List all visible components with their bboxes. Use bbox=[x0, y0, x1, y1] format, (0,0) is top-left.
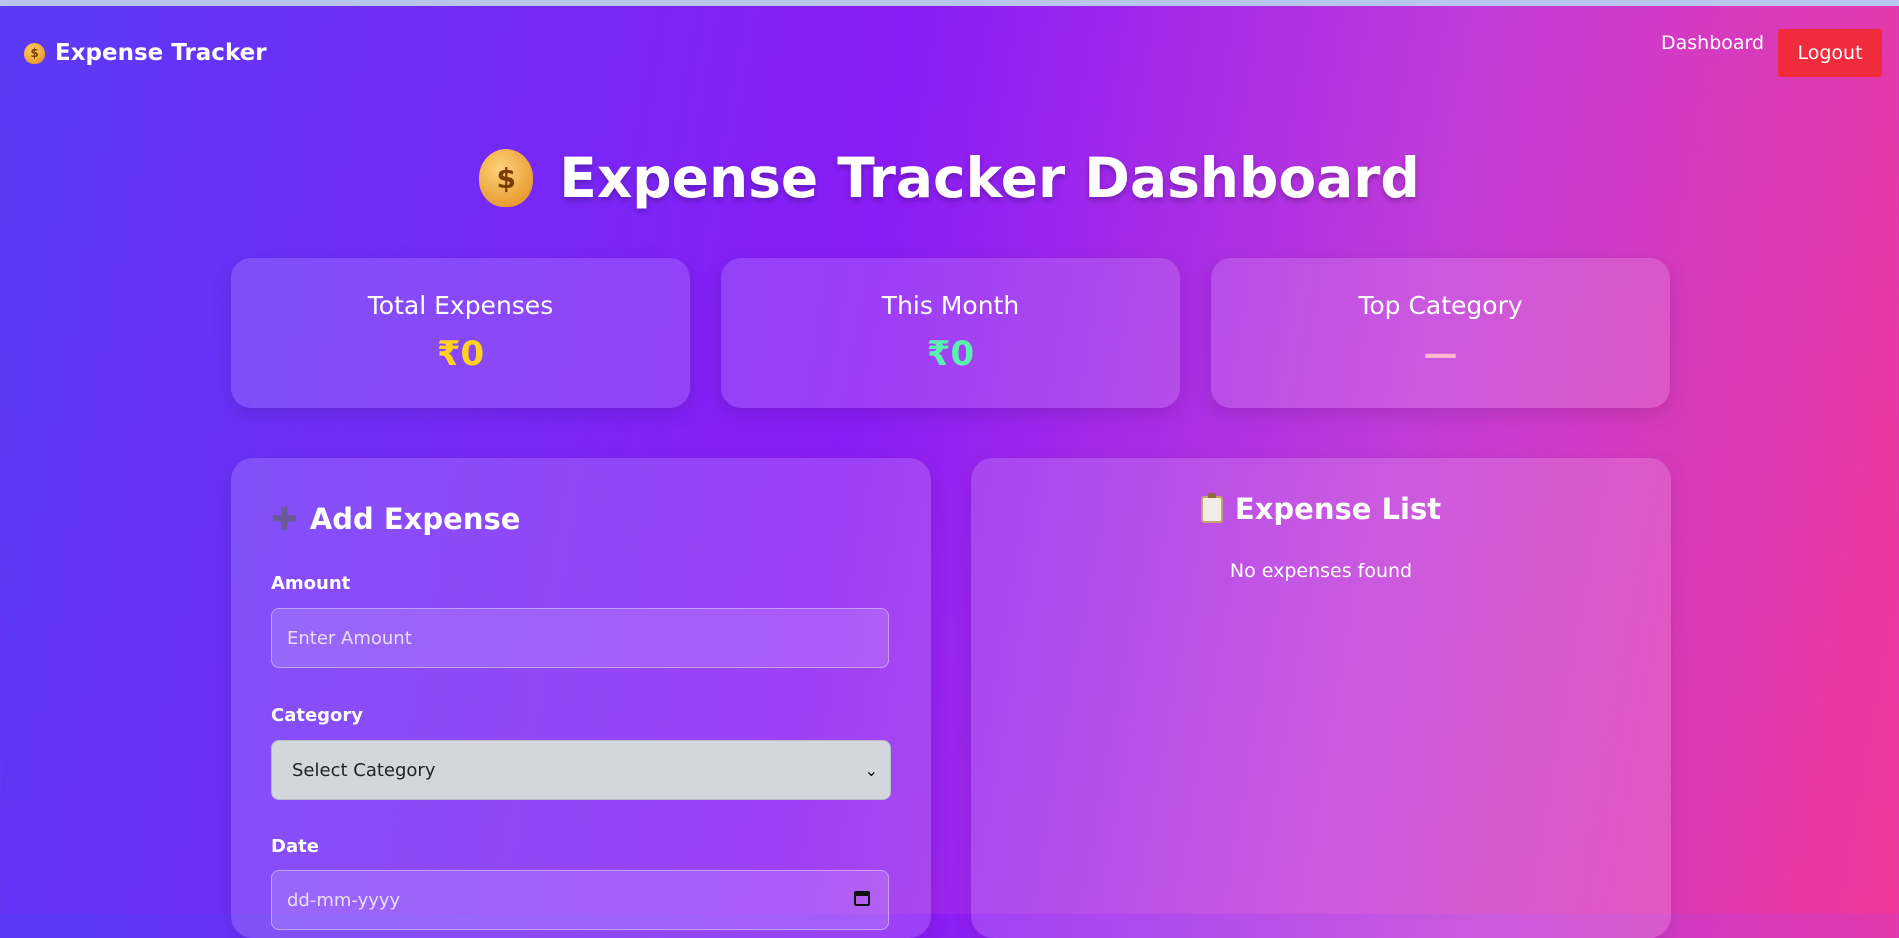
browser-top-border bbox=[0, 0, 1899, 6]
summary-value: ₹0 bbox=[926, 334, 975, 374]
plus-icon: ✚ bbox=[271, 500, 298, 538]
summary-value: — bbox=[1423, 334, 1458, 374]
brand-label: Expense Tracker bbox=[55, 40, 267, 66]
clipboard-icon bbox=[1200, 492, 1223, 523]
category-select[interactable]: Select Category ⌄ bbox=[271, 740, 891, 800]
date-label: Date bbox=[271, 836, 319, 857]
logout-button[interactable]: Logout bbox=[1778, 29, 1882, 77]
expense-list-panel: Expense List No expenses found bbox=[971, 458, 1671, 938]
summary-card-month: This Month ₹0 bbox=[721, 258, 1180, 408]
page-title: $ Expense Tracker Dashboard bbox=[0, 146, 1899, 210]
amount-label: Amount bbox=[271, 573, 351, 594]
amount-input[interactable]: Enter Amount bbox=[271, 608, 889, 668]
summary-card-total: Total Expenses ₹0 bbox=[231, 258, 690, 408]
navbar-brand[interactable]: $ Expense Tracker bbox=[24, 40, 267, 66]
expense-list-title: Expense List bbox=[971, 492, 1671, 526]
summary-label: Top Category bbox=[1358, 291, 1523, 320]
date-placeholder: dd-mm-yyyy bbox=[287, 889, 401, 911]
expense-list-title-text: Expense List bbox=[1234, 492, 1442, 526]
category-label: Category bbox=[271, 705, 364, 726]
chevron-down-icon: ⌄ bbox=[864, 761, 878, 780]
summary-label: This Month bbox=[881, 291, 1020, 320]
add-expense-panel: ✚ Add Expense Amount Enter Amount Catego… bbox=[231, 458, 931, 938]
summary-label: Total Expenses bbox=[367, 291, 554, 320]
summary-value: ₹0 bbox=[436, 334, 485, 374]
summary-card-top-category: Top Category — bbox=[1211, 258, 1670, 408]
category-selected-value: Select Category bbox=[292, 759, 436, 781]
date-input[interactable]: dd-mm-yyyy bbox=[271, 870, 889, 930]
empty-state-text: No expenses found bbox=[1229, 560, 1413, 582]
nav-dashboard-link[interactable]: Dashboard bbox=[1661, 32, 1764, 54]
money-bag-icon: $ bbox=[24, 42, 45, 64]
money-bag-icon: $ bbox=[479, 149, 534, 207]
page-title-text: Expense Tracker Dashboard bbox=[559, 146, 1420, 210]
add-expense-title: ✚ Add Expense bbox=[271, 500, 520, 538]
calendar-icon[interactable] bbox=[854, 891, 870, 906]
add-expense-title-text: Add Expense bbox=[309, 502, 521, 536]
amount-placeholder: Enter Amount bbox=[287, 627, 412, 649]
